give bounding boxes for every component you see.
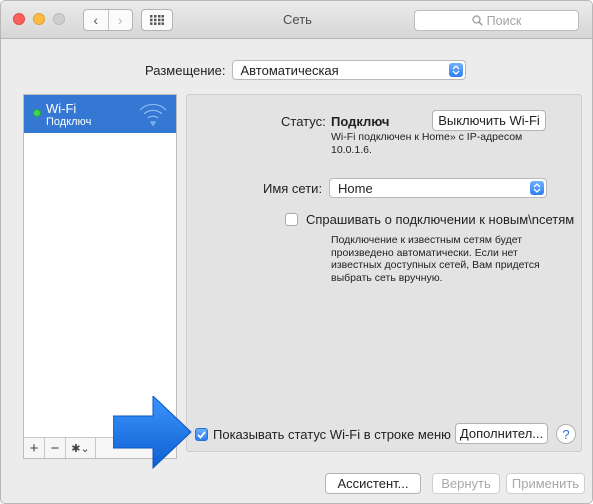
ask-to-join-checkbox[interactable]: [285, 213, 298, 226]
help-icon: ?: [562, 426, 570, 442]
location-popup[interactable]: Автоматическая: [231, 60, 466, 80]
checkmark-icon: [197, 430, 206, 439]
location-row: Размещение: Автоматическая: [145, 60, 466, 80]
location-value: Автоматическая: [240, 62, 339, 78]
network-name-popup[interactable]: Home: [329, 178, 547, 198]
popup-arrows-icon: [448, 63, 463, 77]
show-wifi-status-checkbox[interactable]: [195, 428, 208, 441]
apply-button[interactable]: Применить: [506, 473, 585, 494]
status-dot-icon: [33, 109, 41, 117]
location-label: Размещение:: [145, 62, 226, 78]
service-actions-button[interactable]: ✱⌄: [66, 438, 96, 458]
pointer-arrow-icon: [113, 396, 192, 470]
ask-to-join-label[interactable]: Спрашивать о подключении к новым\nсетям: [306, 212, 574, 227]
search-placeholder: Поиск: [486, 13, 522, 28]
network-name-value: Home: [338, 180, 373, 196]
plus-icon: +: [29, 439, 39, 457]
wifi-icon: [139, 103, 167, 127]
advanced-button[interactable]: Дополнител...: [455, 423, 548, 444]
network-preferences-window: ‹ › Сеть Поиск Размещение: Автоматическа…: [0, 0, 593, 504]
network-name-label: Имя сети:: [263, 181, 323, 196]
status-description: Wi-Fi подключен к Home» с IP-адресом 10.…: [331, 131, 523, 156]
revert-button[interactable]: Вернуть: [432, 473, 500, 494]
ask-to-join-description: Подключение к известным сетям будет прои…: [331, 234, 540, 284]
add-service-button[interactable]: +: [24, 438, 45, 458]
status-value: Подключ: [331, 114, 390, 129]
popup-arrows-icon: [530, 181, 544, 195]
help-button[interactable]: ?: [556, 424, 576, 444]
search-icon: [472, 15, 483, 26]
assistant-button[interactable]: Ассистент...: [325, 473, 421, 494]
title-bar: ‹ › Сеть Поиск: [1, 1, 592, 39]
remove-service-button[interactable]: −: [45, 438, 66, 458]
show-wifi-status-label[interactable]: Показывать статус Wi-Fi в строке меню: [213, 427, 451, 442]
service-item-wifi[interactable]: Wi-Fi Подключ: [24, 95, 176, 133]
service-status: Подключ: [46, 116, 92, 128]
service-name: Wi-Fi: [46, 101, 77, 116]
gear-icon: ✱⌄: [71, 442, 90, 455]
search-field[interactable]: Поиск: [414, 10, 579, 31]
status-label: Статус:: [281, 114, 326, 129]
turn-wifi-off-button[interactable]: Выключить Wi-Fi: [432, 110, 546, 131]
minus-icon: −: [50, 439, 60, 457]
